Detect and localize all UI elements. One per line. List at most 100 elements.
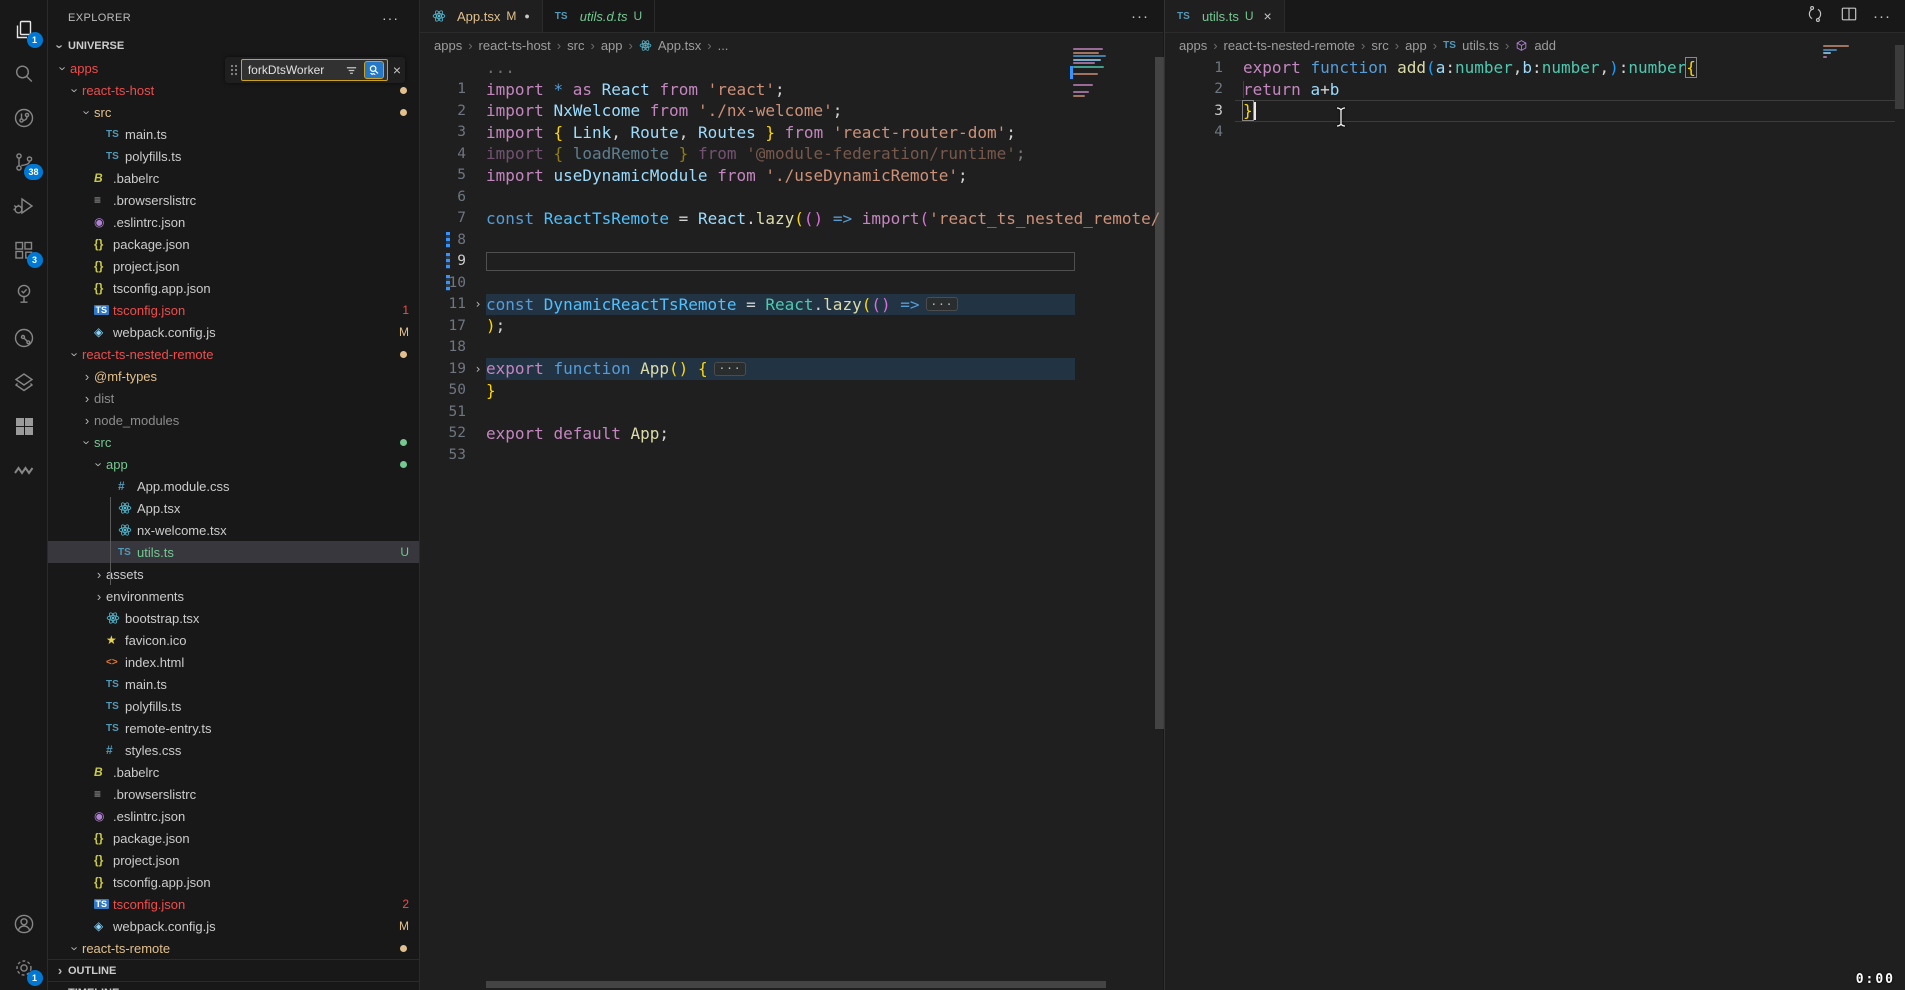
tree-item-polyfills.ts[interactable]: TSpolyfills.ts: [48, 145, 419, 167]
code-editor-right[interactable]: 1export function add(a:number,b:number,)…: [1165, 57, 1905, 990]
code-line-51[interactable]: 51: [420, 401, 1163, 423]
code-line-52[interactable]: 52export default App;: [420, 423, 1163, 445]
sync-icon[interactable]: [1805, 4, 1825, 29]
fold-chevron-icon[interactable]: ›: [474, 297, 481, 311]
tree-item-react-ts-remote[interactable]: ›react-ts-remote: [48, 937, 419, 959]
activity-bar-item-settings-gear[interactable]: 1: [0, 946, 48, 990]
code-line-1[interactable]: 1import * as React from 'react';: [420, 79, 1163, 101]
code-line-10[interactable]: 10: [420, 272, 1163, 294]
code-line-11[interactable]: 11›const DynamicReactTsRemote = React.la…: [420, 294, 1163, 316]
tree-item-index.html[interactable]: <>index.html: [48, 651, 419, 673]
tree-item-tsconfig.json[interactable]: TStsconfig.json2: [48, 893, 419, 915]
code-line-3[interactable]: 3import { Link, Route, Routes } from 're…: [420, 122, 1163, 144]
code-line-17[interactable]: 17);: [420, 315, 1163, 337]
tree-item-main.ts[interactable]: TSmain.ts: [48, 673, 419, 695]
activity-bar-item-run-debug[interactable]: [0, 184, 48, 228]
tree-item-App.module.css[interactable]: #App.module.css: [48, 475, 419, 497]
tree-item-src[interactable]: ›src: [48, 101, 419, 123]
tree-item-tsconfig.app.json[interactable]: {}tsconfig.app.json: [48, 871, 419, 893]
tree-item-tsconfig.json[interactable]: TStsconfig.json1: [48, 299, 419, 321]
code-editor-left[interactable]: ...1import * as React from 'react';2impo…: [420, 57, 1163, 990]
tree-item-utils.ts[interactable]: TSutils.tsU: [48, 541, 419, 563]
activity-bar-item-source-control[interactable]: 38: [0, 140, 48, 184]
breadcrumb-item-app[interactable]: app: [601, 38, 623, 53]
tree-item-bootstrap.tsx[interactable]: bootstrap.tsx: [48, 607, 419, 629]
minimap-left[interactable]: [1073, 48, 1110, 98]
code-line-2[interactable]: 2return a+b: [1165, 79, 1905, 101]
tree-item-styles.css[interactable]: #styles.css: [48, 739, 419, 761]
activity-bar-item-test-tree[interactable]: [0, 272, 48, 316]
horizontal-scrollbar-left-editor[interactable]: [486, 981, 1106, 988]
code-line-8[interactable]: 8: [420, 229, 1163, 251]
code-line-9[interactable]: 9: [420, 251, 1163, 273]
code-line-3[interactable]: 3}: [1165, 100, 1905, 122]
tree-item-dist[interactable]: ›dist: [48, 387, 419, 409]
breadcrumb-item-apps[interactable]: apps: [434, 38, 462, 53]
breadcrumb-item-src[interactable]: src: [567, 38, 584, 53]
tree-item-favicon.ico[interactable]: ★favicon.ico: [48, 629, 419, 651]
code-line-53[interactable]: 53: [420, 444, 1163, 466]
activity-bar-item-extensions[interactable]: 3: [0, 228, 48, 272]
tree-item-remote-entry.ts[interactable]: TSremote-entry.ts: [48, 717, 419, 739]
folded-code-ellipsis[interactable]: ···: [714, 362, 747, 376]
tree-item-environments[interactable]: ›environments: [48, 585, 419, 607]
code-line-5[interactable]: 5import useDynamicModule from './useDyna…: [420, 165, 1163, 187]
tree-item-main.ts[interactable]: TSmain.ts: [48, 123, 419, 145]
tree-filter-input[interactable]: [248, 63, 340, 77]
tree-item-.eslintrc.json[interactable]: ◉.eslintrc.json: [48, 211, 419, 233]
outline-section-header[interactable]: › OUTLINE: [48, 959, 419, 981]
split-editor-icon[interactable]: [1839, 4, 1859, 29]
tree-item-.babelrc[interactable]: B.babelrc: [48, 167, 419, 189]
tab-App.tsx[interactable]: App.tsxM●: [420, 0, 543, 32]
fold-chevron-icon[interactable]: ›: [474, 362, 481, 376]
tree-item-@mf-types[interactable]: ›@mf-types: [48, 365, 419, 387]
breadcrumb-item-apps[interactable]: apps: [1179, 38, 1207, 53]
breadcrumb-item-App.tsx[interactable]: App.tsx: [639, 38, 701, 53]
code-line-18[interactable]: 18: [420, 337, 1163, 359]
minimap-right[interactable]: [1823, 45, 1867, 59]
tree-item-assets[interactable]: ›assets: [48, 563, 419, 585]
filter-lines-icon[interactable]: [342, 61, 362, 79]
tree-item-.browserslistrc[interactable]: ≡.browserslistrc: [48, 189, 419, 211]
activity-bar-item-pipeline[interactable]: [0, 316, 48, 360]
tree-item-webpack.config.js[interactable]: ◈webpack.config.jsM: [48, 915, 419, 937]
code-line-6[interactable]: 6: [420, 186, 1163, 208]
activity-bar-item-grid[interactable]: [0, 404, 48, 448]
tree-item-package.json[interactable]: {}package.json: [48, 827, 419, 849]
dirty-dot-icon[interactable]: ●: [524, 11, 529, 21]
tree-item-App.tsx[interactable]: App.tsx: [48, 497, 419, 519]
tree-item-.eslintrc.json[interactable]: ◉.eslintrc.json: [48, 805, 419, 827]
tree-item-project.json[interactable]: {}project.json: [48, 255, 419, 277]
breadcrumb-item-react-ts-nested-remote[interactable]: react-ts-nested-remote: [1224, 38, 1356, 53]
code-line-4[interactable]: 4: [1165, 122, 1905, 144]
folded-code-ellipsis[interactable]: ···: [926, 297, 959, 311]
timeline-section-header[interactable]: › TIMELINE: [48, 981, 419, 990]
breadcrumb-item-src[interactable]: src: [1371, 38, 1388, 53]
tree-item-node_modules[interactable]: ›node_modules: [48, 409, 419, 431]
activity-bar-item-files[interactable]: 1: [0, 8, 48, 52]
breadcrumb-item-add[interactable]: add: [1515, 38, 1556, 53]
code-line-19[interactable]: 19›export function App() {···: [420, 358, 1163, 380]
code-line-1[interactable]: 1export function add(a:number,b:number,)…: [1165, 57, 1905, 79]
tree-item-tsconfig.app.json[interactable]: {}tsconfig.app.json: [48, 277, 419, 299]
tree-item-.babelrc[interactable]: B.babelrc: [48, 761, 419, 783]
drag-grip-icon[interactable]: [230, 63, 238, 77]
tree-item-react-ts-nested-remote[interactable]: ›react-ts-nested-remote: [48, 343, 419, 365]
explorer-more-actions-button[interactable]: ···: [374, 10, 407, 26]
tree-item-app[interactable]: ›app: [48, 453, 419, 475]
activity-bar-item-account[interactable]: [0, 902, 48, 946]
more-actions-icon[interactable]: ···: [1131, 8, 1149, 25]
tree-item-.browserslistrc[interactable]: ≡.browserslistrc: [48, 783, 419, 805]
tree-item-webpack.config.js[interactable]: ◈webpack.config.jsM: [48, 321, 419, 343]
activity-bar-item-circle-branch[interactable]: [0, 96, 48, 140]
filter-close-icon[interactable]: ×: [393, 62, 401, 78]
tree-item-src[interactable]: ›src: [48, 431, 419, 453]
tab-utils.d.ts[interactable]: TSutils.d.tsU: [543, 0, 655, 32]
breadcrumb-item-...[interactable]: ...: [718, 38, 729, 53]
code-line-2[interactable]: 2import NxWelcome from './nx-welcome';: [420, 100, 1163, 122]
tree-item-nx-welcome.tsx[interactable]: nx-welcome.tsx: [48, 519, 419, 541]
code-line-50[interactable]: 50}: [420, 380, 1163, 402]
breadcrumb-item-app[interactable]: app: [1405, 38, 1427, 53]
fuzzy-search-toggle[interactable]: [364, 61, 384, 79]
close-icon[interactable]: ×: [1264, 8, 1272, 24]
